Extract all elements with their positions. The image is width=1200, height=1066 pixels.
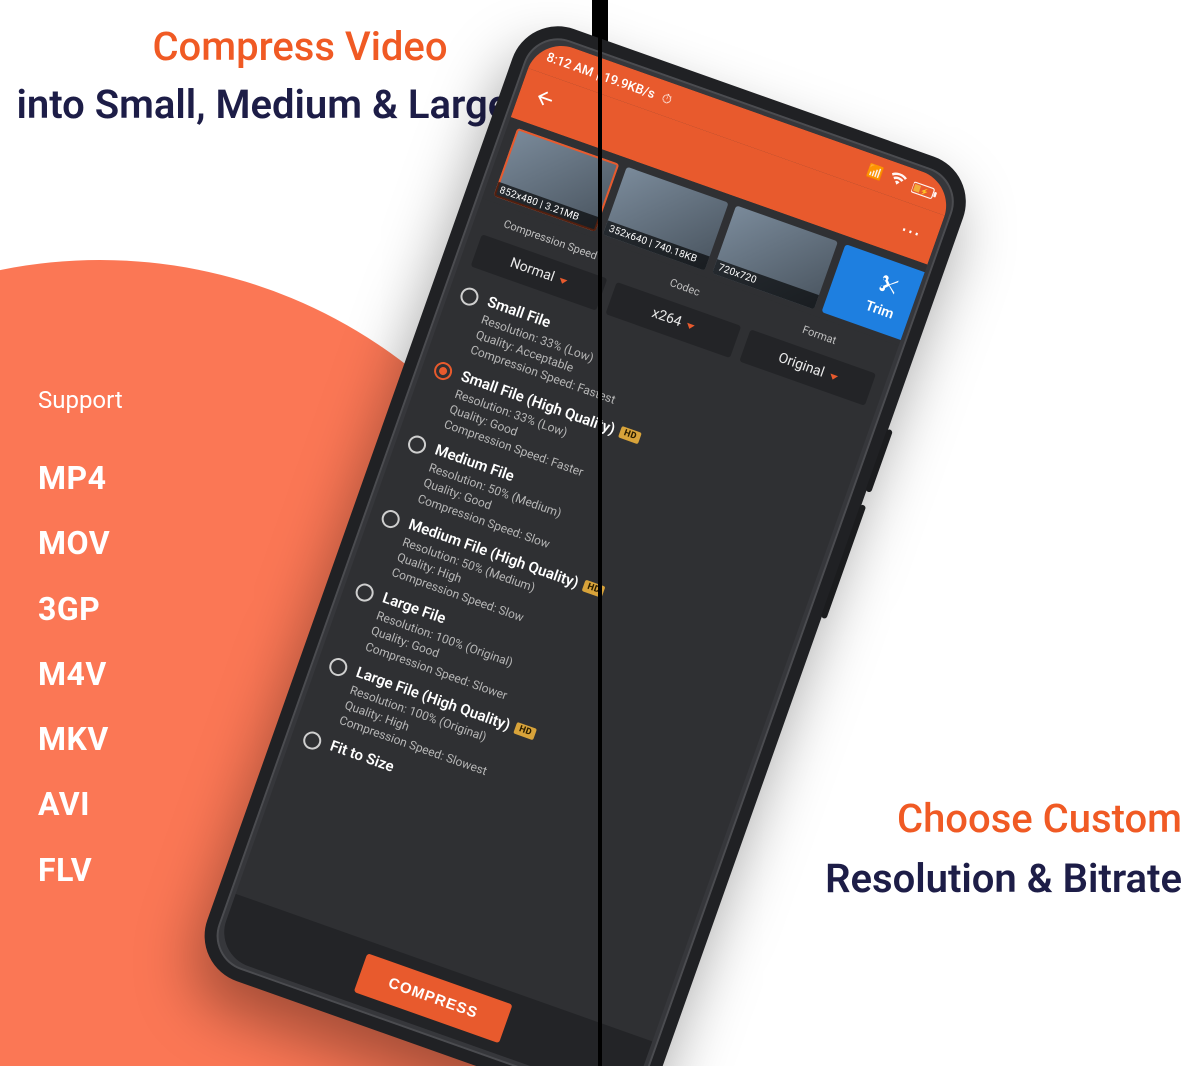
- format-item: MOV: [38, 511, 123, 576]
- radio-icon: [406, 433, 429, 456]
- format-item: 3GP: [38, 577, 123, 642]
- radio-icon: [353, 581, 376, 604]
- phone-power-button: [865, 429, 893, 493]
- wifi-icon: [887, 171, 907, 191]
- hd-badge: HD: [514, 722, 538, 740]
- back-button[interactable]: [520, 81, 567, 121]
- format-item: MP4: [38, 446, 123, 511]
- format-value: Original: [776, 350, 826, 381]
- bottom-bar: COMPRESS: [214, 894, 652, 1066]
- chevron-down-icon: [686, 322, 695, 329]
- radio-icon: [458, 285, 481, 308]
- radio-icon: [379, 507, 402, 530]
- overflow-menu-icon[interactable]: ⋯: [889, 213, 935, 249]
- status-time: 8:12 AM: [544, 50, 595, 80]
- chevron-down-icon: [829, 373, 838, 380]
- radio-icon: [432, 359, 455, 382]
- signal-icon: 📶: [865, 163, 885, 183]
- panel-divider: [598, 0, 602, 1066]
- radio-icon: [301, 729, 324, 752]
- hd-badge: HD: [582, 579, 606, 597]
- chevron-down-icon: [559, 277, 568, 284]
- support-label: Support: [38, 386, 123, 414]
- compress-button[interactable]: COMPRESS: [354, 953, 513, 1043]
- timer-icon: ⏱: [660, 90, 675, 108]
- speed-value: Normal: [508, 255, 557, 285]
- radio-icon: [327, 655, 350, 678]
- scissors-icon: [873, 271, 902, 303]
- codec-value: x264: [650, 305, 684, 330]
- battery-icon: ⚡: [911, 180, 940, 201]
- hd-badge: HD: [618, 426, 642, 444]
